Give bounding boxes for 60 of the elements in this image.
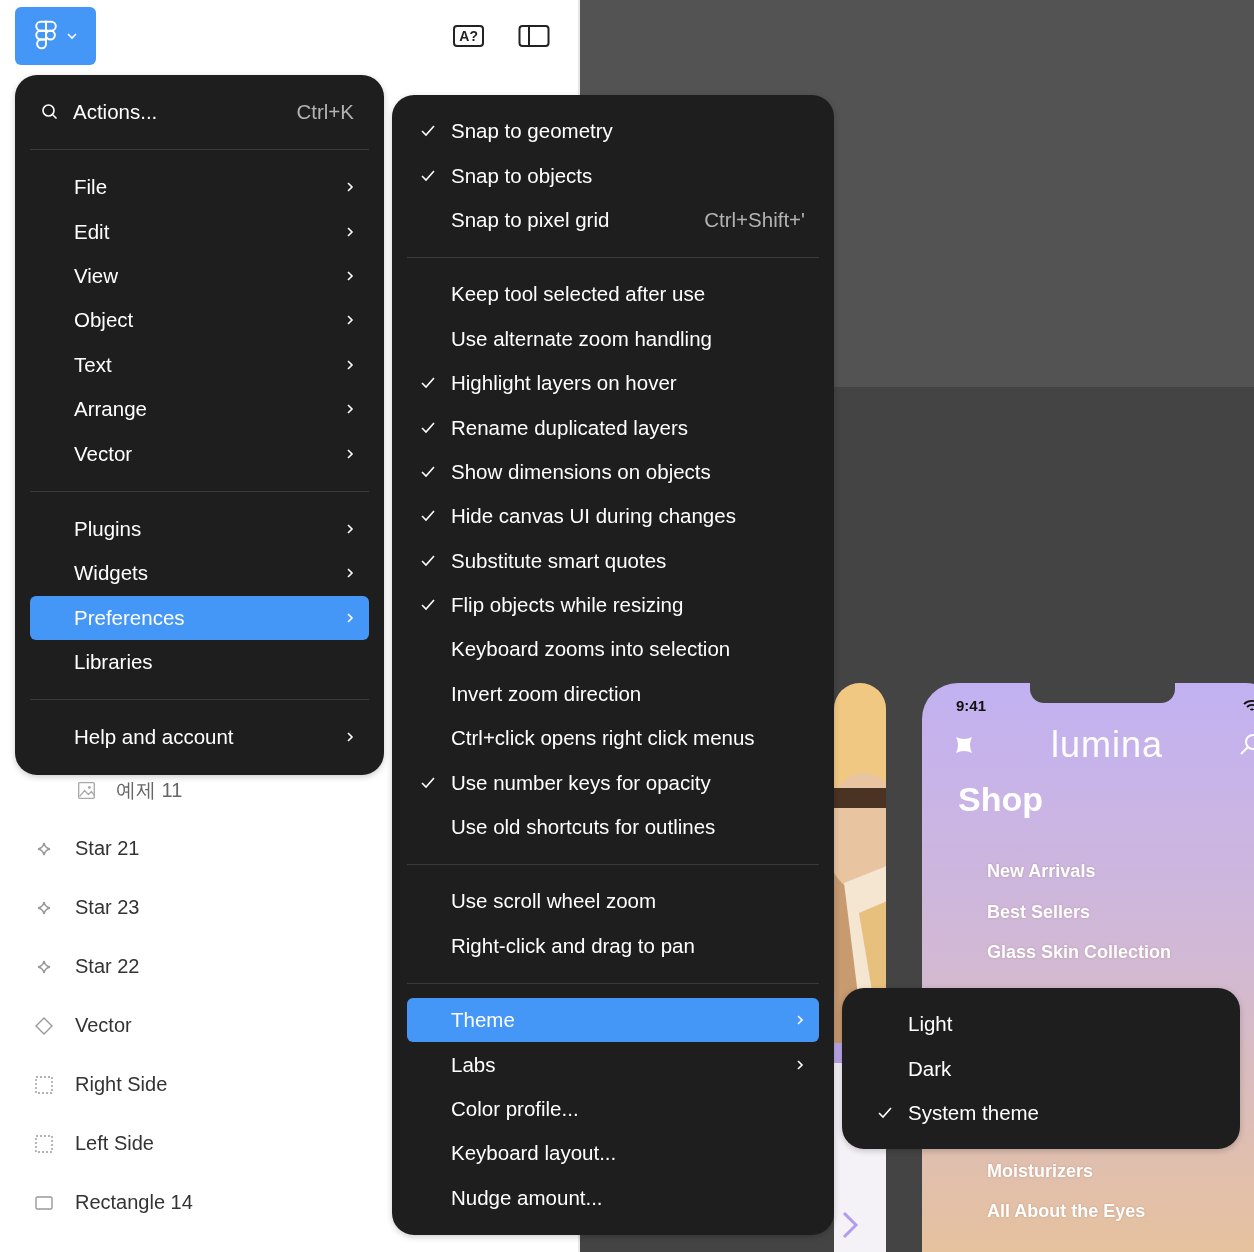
actions-search[interactable]: Actions... Ctrl+K [15,75,384,149]
layer-name[interactable]: Right Side [75,1073,168,1096]
image-icon [78,782,95,799]
menu-item[interactable]: Highlight layers on hover [407,360,819,406]
menu-item[interactable]: Show dimensions on objects [407,449,819,495]
menu-item[interactable]: Text [30,342,369,387]
layer-name[interactable]: Star 23 [75,896,140,919]
menu-item[interactable]: Edit [30,209,369,254]
menu-item[interactable]: Color profile... [407,1086,819,1132]
menu-item[interactable]: Invert zoom direction [407,671,819,717]
menu-item[interactable]: Substitute smart quotes [407,538,819,583]
menu-item[interactable]: Use number keys for opacity [407,760,819,805]
frame-icon [34,1133,54,1154]
shortcut: Ctrl+K [296,100,354,124]
menu-item[interactable]: Help and account [30,715,369,760]
frame-icon [34,1074,54,1095]
menu-item[interactable]: Snap to objects [407,153,819,198]
menu-item[interactable]: Keyboard zooms into selection [407,627,819,672]
menu-item[interactable]: Snap to pixel grid Ctrl+Shift+' [407,197,819,243]
menu-item[interactable]: View [30,253,369,299]
page-title: Shop [957,779,1044,819]
menu-item[interactable]: Use old shortcuts for outlines [407,804,819,850]
menu-item[interactable]: Hide canvas UI during changes [407,494,819,539]
layer-name[interactable]: Left Side [75,1132,154,1155]
main-menu-button[interactable] [15,7,96,65]
layer-name[interactable]: 예제 11 [116,777,183,804]
menu-item[interactable]: Ctrl+click opens right click menus [407,716,819,761]
vector-icon [34,1015,54,1036]
menu-item[interactable]: Plugins [30,506,369,552]
brand-logo: lumina [1050,724,1164,766]
menu-item[interactable]: Use alternate zoom handling [407,316,819,361]
menu-item[interactable]: Flip objects while resizing [407,582,819,628]
search-icon [41,103,59,121]
menu-item[interactable]: Widgets [30,551,369,596]
menu-item[interactable]: Light [842,1002,1240,1047]
menu-item[interactable]: Nudge amount... [407,1175,819,1220]
font-button[interactable]: A? [453,25,484,47]
logo-icon [33,20,58,52]
menu-item[interactable]: Use scroll wheel zoom [407,879,819,924]
menu-item[interactable]: Libraries [30,639,369,685]
sidebar-toggle-icon[interactable] [518,24,550,48]
menu-item[interactable]: Keep tool selected after use [407,272,819,317]
menu-item[interactable]: Dark [842,1046,1240,1091]
layer-name[interactable]: Rectangle 14 [75,1191,193,1214]
menu-item[interactable]: Object [30,298,369,343]
menu-item[interactable]: Vector [30,431,369,476]
menu-item[interactable]: Keyboard layout... [407,1131,819,1176]
layer-name[interactable]: Star 22 [75,955,140,978]
menu-item[interactable]: Labs [407,1042,819,1087]
menu-item[interactable]: Snap to geometry [407,109,819,154]
search-label: Actions... [73,100,159,124]
status-time: 9:41 [956,697,987,714]
layer-name[interactable]: Vector [75,1014,132,1037]
caret-icon [65,32,78,40]
layer-name[interactable]: Star 21 [75,837,140,860]
menu-item[interactable]: Arrange [30,386,369,432]
menu-item[interactable]: System theme [842,1090,1240,1136]
menu-item[interactable]: File [30,165,369,210]
menu-item[interactable]: Right-click and drag to pan [407,923,819,969]
menu-item[interactable]: Rename duplicated layers [407,405,819,450]
